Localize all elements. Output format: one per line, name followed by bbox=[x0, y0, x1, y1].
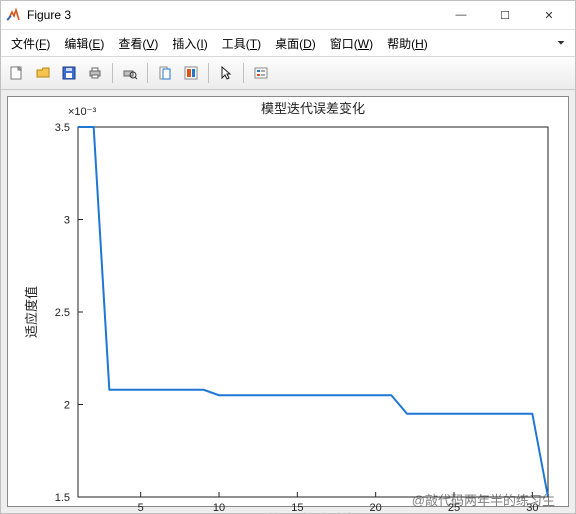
svg-text:模型迭代误差变化: 模型迭代误差变化 bbox=[261, 101, 365, 116]
svg-text:3: 3 bbox=[64, 215, 70, 227]
toolbar-sep bbox=[112, 63, 113, 83]
plot-panel: 模型迭代误差变化×10⁻³510152025301.522.533.5适应度值粒… bbox=[7, 96, 569, 507]
close-button[interactable]: ✕ bbox=[527, 1, 571, 29]
insert-legend-button[interactable] bbox=[249, 61, 273, 85]
plot-area[interactable]: 模型迭代误差变化×10⁻³510152025301.522.533.5适应度值粒… bbox=[1, 90, 575, 513]
link-button[interactable] bbox=[153, 61, 177, 85]
print-preview-icon bbox=[122, 65, 138, 81]
menu-help[interactable]: 帮助(H) bbox=[383, 34, 432, 53]
menubar: 文件(F) 编辑(E) 查看(V) 插入(I) 工具(T) 桌面(D) 窗口(W… bbox=[1, 30, 575, 57]
menu-overflow-icon[interactable]: ⏷ bbox=[553, 38, 569, 49]
print-preview-button[interactable] bbox=[118, 61, 142, 85]
pointer-button[interactable] bbox=[214, 61, 238, 85]
new-figure-button[interactable] bbox=[5, 61, 29, 85]
svg-text:2: 2 bbox=[64, 400, 70, 412]
menu-tools[interactable]: 工具(T) bbox=[218, 34, 265, 53]
insert-legend-icon bbox=[253, 65, 269, 81]
menu-desktop[interactable]: 桌面(D) bbox=[271, 34, 320, 53]
data-cursor-button[interactable] bbox=[179, 61, 203, 85]
svg-text:适应度值: 适应度值 bbox=[24, 286, 39, 338]
window-title: Figure 3 bbox=[27, 8, 439, 22]
svg-text:1.5: 1.5 bbox=[55, 492, 70, 504]
svg-text:20: 20 bbox=[370, 502, 382, 513]
save-icon bbox=[61, 65, 77, 81]
maximize-button[interactable]: ☐ bbox=[483, 1, 527, 29]
titlebar[interactable]: Figure 3 — ☐ ✕ bbox=[1, 1, 575, 30]
svg-text:2.5: 2.5 bbox=[55, 307, 70, 319]
matlab-icon bbox=[5, 7, 21, 23]
svg-text:25: 25 bbox=[448, 502, 460, 513]
print-icon bbox=[87, 65, 103, 81]
menu-edit[interactable]: 编辑(E) bbox=[60, 34, 108, 53]
toolbar-sep bbox=[208, 63, 209, 83]
window-controls: — ☐ ✕ bbox=[439, 1, 571, 29]
svg-text:3.5: 3.5 bbox=[55, 122, 70, 134]
plot-svg: 模型迭代误差变化×10⁻³510152025301.522.533.5适应度值粒… bbox=[8, 97, 568, 513]
new-figure-icon bbox=[9, 65, 25, 81]
toolbar bbox=[1, 57, 575, 90]
open-icon bbox=[35, 65, 51, 81]
print-button[interactable] bbox=[83, 61, 107, 85]
open-button[interactable] bbox=[31, 61, 55, 85]
menu-file[interactable]: 文件(F) bbox=[7, 34, 54, 53]
data-cursor-icon bbox=[183, 65, 199, 81]
svg-text:×10⁻³: ×10⁻³ bbox=[68, 106, 96, 118]
menu-view[interactable]: 查看(V) bbox=[114, 34, 162, 53]
menu-window[interactable]: 窗口(W) bbox=[326, 34, 377, 53]
menu-insert[interactable]: 插入(I) bbox=[168, 34, 211, 53]
svg-text:30: 30 bbox=[526, 502, 538, 513]
svg-text:5: 5 bbox=[138, 502, 144, 513]
toolbar-sep bbox=[147, 63, 148, 83]
figure-window: Figure 3 — ☐ ✕ 文件(F) 编辑(E) 查看(V) 插入(I) 工… bbox=[0, 0, 576, 514]
toolbar-sep bbox=[243, 63, 244, 83]
link-icon bbox=[157, 65, 173, 81]
save-button[interactable] bbox=[57, 61, 81, 85]
svg-text:粒子群优化次数: 粒子群优化次数 bbox=[267, 512, 358, 513]
svg-text:10: 10 bbox=[213, 502, 225, 513]
minimize-button[interactable]: — bbox=[439, 1, 483, 29]
pointer-icon bbox=[218, 65, 234, 81]
